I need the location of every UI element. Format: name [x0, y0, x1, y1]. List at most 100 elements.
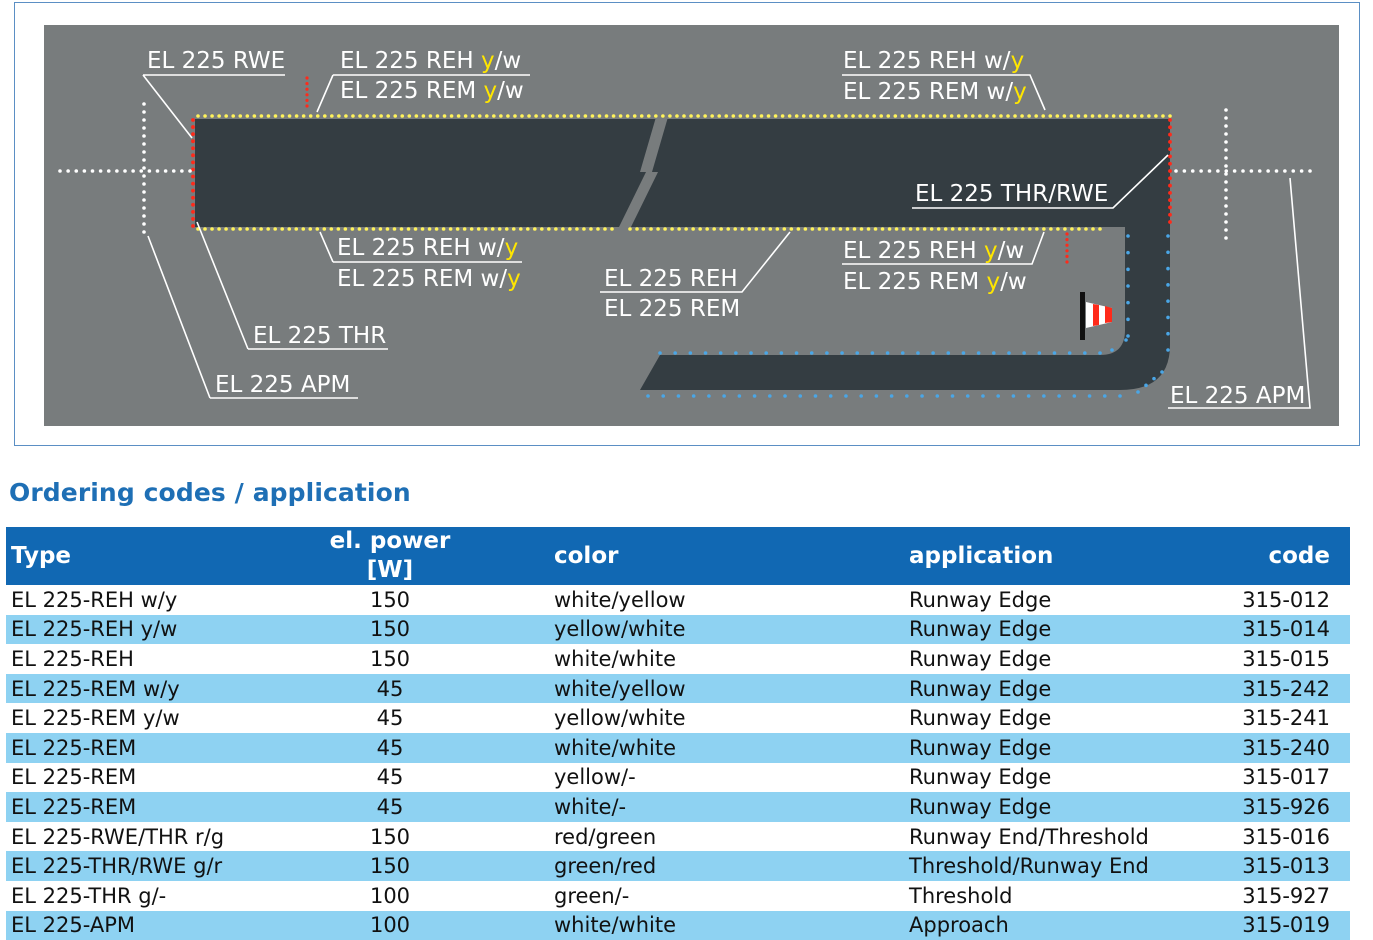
runway-edge-light: [351, 114, 355, 118]
runway-edge-light: [768, 227, 773, 231]
runway-edge-light: [1147, 114, 1151, 118]
runway-edge-light: [520, 114, 524, 118]
marker-light: [1065, 254, 1069, 258]
label-rem-mid: EL 225 REM: [604, 296, 740, 322]
runway-edge-light: [992, 114, 996, 118]
runway-edge-light: [1083, 114, 1088, 118]
power-cell: 150: [369, 587, 411, 612]
type-cell: EL 225-REH w/y: [11, 587, 178, 612]
runway-edge-light: [845, 227, 850, 231]
runway-edge-light: [583, 114, 588, 118]
approach-light: [1249, 169, 1254, 173]
approach-light: [142, 222, 146, 226]
taxiway-edge-light: [1160, 370, 1164, 374]
runway-edge-light: [224, 227, 228, 231]
runway-end-light: [1168, 183, 1172, 188]
runway-edge-light: [1027, 114, 1031, 118]
marker-light: [305, 82, 309, 86]
runway-edge-light: [441, 227, 446, 231]
runway-edge-light: [668, 114, 672, 118]
taxiway-edge-light: [718, 351, 723, 355]
taxiway-edge-light: [794, 351, 799, 355]
table-row: EL 225-APM 100 white/white Approach 315-019: [6, 910, 1350, 940]
type-cell: EL 225-APM: [6, 910, 301, 940]
runway-edge-light: [554, 227, 558, 231]
approach-light: [142, 214, 146, 218]
runway-edge-light: [476, 227, 481, 231]
runway-edge-light: [386, 114, 390, 118]
marker-light: [1065, 243, 1069, 247]
runway-edge-light: [407, 114, 412, 118]
runway-edge-light: [942, 114, 947, 118]
runway-edge-light: [773, 114, 778, 118]
runway: [195, 119, 1170, 227]
runway-edge-light: [745, 114, 750, 118]
approach-light: [180, 169, 184, 173]
runway-edge-light: [705, 227, 709, 231]
taxiway-edge-light: [779, 351, 784, 355]
runway-edge-light: [533, 227, 537, 231]
approach-light: [66, 169, 70, 173]
runway-edge-light: [893, 114, 898, 118]
runway-edge-light: [698, 227, 702, 231]
runway-edge-light: [1098, 227, 1102, 231]
taxiway-edge-light: [1144, 383, 1148, 388]
approach-light: [142, 198, 146, 202]
threshold-light: [191, 195, 195, 200]
color-cell: green/red: [474, 851, 904, 881]
taxiway-edge-light: [764, 351, 769, 355]
runway-edge-light: [308, 114, 313, 118]
runway-edge-light: [217, 227, 221, 231]
runway-edge-light: [1055, 114, 1060, 118]
runway-edge-light: [294, 227, 299, 231]
runway-edge-light: [1077, 227, 1081, 231]
approach-light: [115, 169, 119, 173]
threshold-light: [191, 174, 195, 179]
taxiway-edge-light: [1011, 394, 1016, 398]
application-cell: Runway Edge: [909, 765, 1052, 790]
marker-light: [1065, 249, 1069, 253]
threshold-light: [191, 224, 195, 228]
runway-edge-light: [343, 227, 348, 231]
runway-edge-light: [1084, 227, 1088, 231]
runway-edge-light: [766, 114, 771, 118]
runway-edge-light: [393, 114, 398, 118]
runway-edge-light: [992, 227, 997, 231]
taxiway-edge-light: [1152, 376, 1156, 381]
runway-edge-light: [759, 114, 764, 118]
label-reh-bottom-right: EL 225 REH y/w: [843, 238, 1024, 264]
taxiway-edge-light: [1067, 351, 1072, 355]
code-cell: 315-242: [1209, 673, 1350, 704]
taxiway-edge-light: [1042, 394, 1046, 398]
runway-edge-light: [928, 114, 933, 118]
runway-edge-light: [689, 114, 693, 118]
approach-light: [142, 134, 146, 138]
runway-edge-light: [801, 114, 806, 118]
approach-light: [147, 169, 152, 173]
approach-light: [171, 169, 176, 173]
taxiway-edge-light: [1102, 394, 1107, 398]
approach-light: [1199, 169, 1203, 173]
approach-light: [58, 169, 62, 173]
runway-edge-light: [684, 227, 688, 231]
runway-edge-light: [210, 114, 214, 118]
type-cell: EL 225-REM: [6, 732, 301, 763]
runway-edge-light: [787, 114, 792, 118]
runway-edge-light: [752, 114, 757, 118]
runway-edge-light: [1006, 114, 1010, 118]
label-rem-bottom-left: EL 225 REM w/y: [337, 266, 521, 292]
taxiway-edge-light: [1126, 284, 1130, 288]
taxiway-edge-light: [1072, 394, 1077, 398]
runway-edge-light: [782, 227, 787, 231]
runway-edge-light: [949, 114, 954, 118]
type-cell: EL 225-THR/RWE g/r: [6, 851, 301, 881]
runway-end-light: [1168, 220, 1172, 224]
approach-light: [155, 169, 160, 173]
power-cell: 100: [369, 883, 411, 908]
taxiway-edge-light: [1166, 283, 1170, 287]
code-cell: 315-012: [1242, 587, 1330, 612]
taxiway-edge-light: [920, 394, 924, 398]
runway-edge-light: [245, 227, 249, 231]
runway-edge-light: [217, 114, 221, 118]
runway-edge-light: [1049, 227, 1053, 231]
